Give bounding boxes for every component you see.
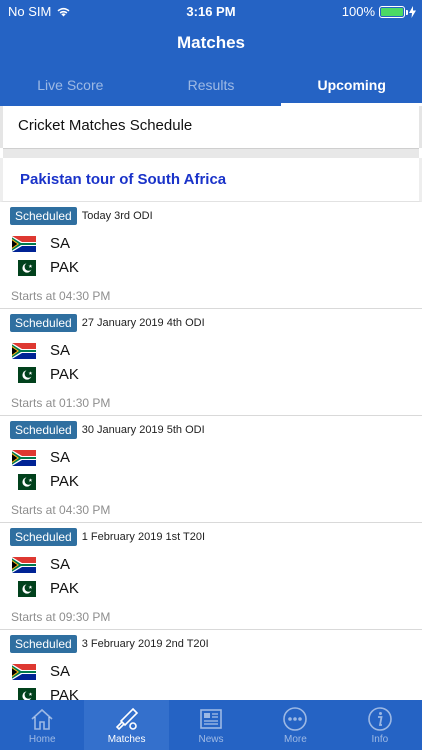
- pakistan-flag-icon: [12, 580, 36, 597]
- newspaper-icon: [200, 709, 222, 729]
- south-africa-flag-icon: [12, 663, 36, 680]
- match-description: 3 February 2019 2nd T20I: [81, 638, 209, 650]
- match-description: Today 3rd ODI: [81, 210, 153, 222]
- info-icon: [368, 707, 392, 731]
- start-time: Starts at 01:30 PM: [11, 396, 111, 410]
- charging-bolt-icon: [409, 5, 416, 18]
- match-description: 27 January 2019 4th ODI: [81, 317, 205, 329]
- team-row-away: PAK: [12, 366, 79, 383]
- cricket-bat-icon: [115, 707, 138, 731]
- south-africa-flag-icon: [12, 556, 36, 573]
- team-row-home: SA: [12, 556, 70, 573]
- status-bar: No SIM 3:16 PM 100%: [0, 0, 422, 24]
- team-row-away: PAK: [12, 259, 79, 276]
- battery-percent: 100%: [341, 4, 375, 19]
- tab-live-score[interactable]: Live Score: [0, 66, 141, 106]
- nav-more[interactable]: More: [253, 700, 337, 750]
- team-name: PAK: [50, 580, 79, 597]
- schedule-list[interactable]: Cricket Matches Schedule Pakistan tour o…: [0, 106, 422, 700]
- nav-news[interactable]: News: [169, 700, 253, 750]
- team-row-away: PAK: [12, 473, 79, 490]
- south-africa-flag-icon: [12, 449, 36, 466]
- nav-home[interactable]: Home: [0, 700, 84, 750]
- status-badge: Scheduled: [10, 207, 77, 225]
- match-row[interactable]: Scheduled 27 January 2019 4th ODI SA PAK…: [0, 309, 422, 416]
- team-name: SA: [50, 663, 71, 680]
- tab-upcoming[interactable]: Upcoming: [281, 66, 422, 106]
- south-africa-flag-icon: [12, 342, 36, 359]
- team-row-home: SA: [12, 235, 70, 252]
- pakistan-flag-icon: [12, 366, 36, 383]
- team-name: PAK: [50, 687, 79, 700]
- team-row-away: PAK: [12, 580, 79, 597]
- match-description: 1 February 2019 1st T20I: [81, 531, 206, 543]
- page-title: Matches: [176, 33, 246, 52]
- pakistan-flag-icon: [12, 473, 36, 490]
- team-row-home: SA: [12, 663, 70, 680]
- status-badge: Scheduled: [10, 528, 77, 546]
- more-icon: [283, 707, 308, 731]
- match-row[interactable]: Scheduled 30 January 2019 5th ODI SA PAK…: [0, 416, 422, 523]
- home-icon: [31, 708, 53, 730]
- team-row-away: PAK: [12, 687, 79, 700]
- match-row[interactable]: Scheduled 3 February 2019 2nd T20I SA PA…: [0, 630, 422, 700]
- team-name: PAK: [50, 366, 79, 383]
- app-header: No SIM 3:16 PM 100% Matches Live Score R…: [0, 0, 422, 106]
- tab-results[interactable]: Results: [141, 66, 282, 106]
- status-badge: Scheduled: [10, 421, 77, 439]
- pakistan-flag-icon: [12, 259, 36, 276]
- battery-icon: [379, 5, 408, 18]
- team-name: PAK: [50, 259, 79, 276]
- south-africa-flag-icon: [12, 235, 36, 252]
- team-name: SA: [50, 235, 71, 252]
- match-row[interactable]: Scheduled 1 February 2019 1st T20I SA PA…: [0, 523, 422, 630]
- bottom-tab-bar: Home Matches News More Info: [0, 700, 422, 750]
- tab-bar: Live Score Results Upcoming: [0, 66, 422, 106]
- status-badge: Scheduled: [10, 635, 77, 653]
- schedule-title: Cricket Matches Schedule: [0, 106, 422, 148]
- team-row-home: SA: [12, 449, 70, 466]
- start-time: Starts at 04:30 PM: [11, 289, 111, 303]
- team-name: SA: [50, 556, 71, 573]
- pakistan-flag-icon: [12, 687, 36, 700]
- start-time: Starts at 04:30 PM: [11, 503, 111, 517]
- section-divider: [3, 148, 419, 158]
- match-description: 30 January 2019 5th ODI: [81, 424, 205, 436]
- start-time: Starts at 09:30 PM: [11, 610, 111, 624]
- team-name: PAK: [50, 473, 79, 490]
- status-badge: Scheduled: [10, 314, 77, 332]
- team-row-home: SA: [12, 342, 70, 359]
- tour-title[interactable]: Pakistan tour of South Africa: [0, 158, 422, 202]
- team-name: SA: [50, 449, 71, 466]
- nav-info[interactable]: Info: [338, 700, 422, 750]
- team-name: SA: [50, 342, 71, 359]
- nav-matches[interactable]: Matches: [84, 700, 169, 750]
- match-row[interactable]: Scheduled Today 3rd ODI SA PAK Starts at…: [0, 202, 422, 309]
